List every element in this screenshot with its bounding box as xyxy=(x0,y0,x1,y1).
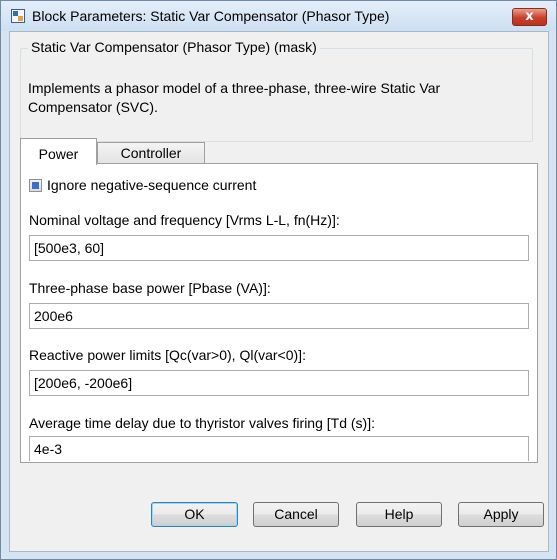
help-button[interactable]: Help xyxy=(356,502,442,527)
dialog-body: Static Var Compensator (Phasor Type) (ma… xyxy=(9,31,549,552)
ignore-negative-sequence-checkbox[interactable] xyxy=(29,179,42,192)
tab-controller[interactable]: Controller xyxy=(97,142,205,164)
close-button[interactable]: x xyxy=(512,8,547,26)
ok-button[interactable]: OK xyxy=(151,502,238,527)
dialog-window: Block Parameters: Static Var Compensator… xyxy=(0,0,557,560)
simulink-block-icon xyxy=(11,9,25,23)
parameter-tabs: Power Controller xyxy=(20,136,540,165)
close-icon: x xyxy=(525,9,534,24)
time-delay-input[interactable]: 4e-3 xyxy=(29,436,529,461)
apply-button[interactable]: Apply xyxy=(458,502,544,527)
mask-description: Implements a phasor model of a three-pha… xyxy=(28,80,441,115)
tab-power[interactable]: Power xyxy=(20,138,97,165)
base-power-input[interactable]: 200e6 xyxy=(29,303,529,329)
reactive-power-limits-input[interactable]: [200e6, -200e6] xyxy=(29,370,529,396)
window-title: Block Parameters: Static Var Compensator… xyxy=(32,8,390,24)
cancel-button[interactable]: Cancel xyxy=(253,502,339,527)
base-power-label: Three-phase base power [Pbase (VA)]: xyxy=(29,280,271,296)
nominal-voltage-input[interactable]: [500e3, 60] xyxy=(29,235,529,261)
title-bar[interactable]: Block Parameters: Static Var Compensator… xyxy=(1,1,556,31)
nominal-voltage-label: Nominal voltage and frequency [Vrms L-L,… xyxy=(29,212,340,228)
time-delay-label: Average time delay due to thyristor valv… xyxy=(29,415,375,431)
reactive-power-limits-label: Reactive power limits [Qc(var>0), Ql(var… xyxy=(29,347,306,363)
ignore-negative-sequence-label[interactable]: Ignore negative-sequence current xyxy=(47,177,256,193)
power-tab-panel: Ignore negative-sequence current Nominal… xyxy=(20,163,538,463)
mask-title: Static Var Compensator (Phasor Type) (ma… xyxy=(28,39,320,55)
